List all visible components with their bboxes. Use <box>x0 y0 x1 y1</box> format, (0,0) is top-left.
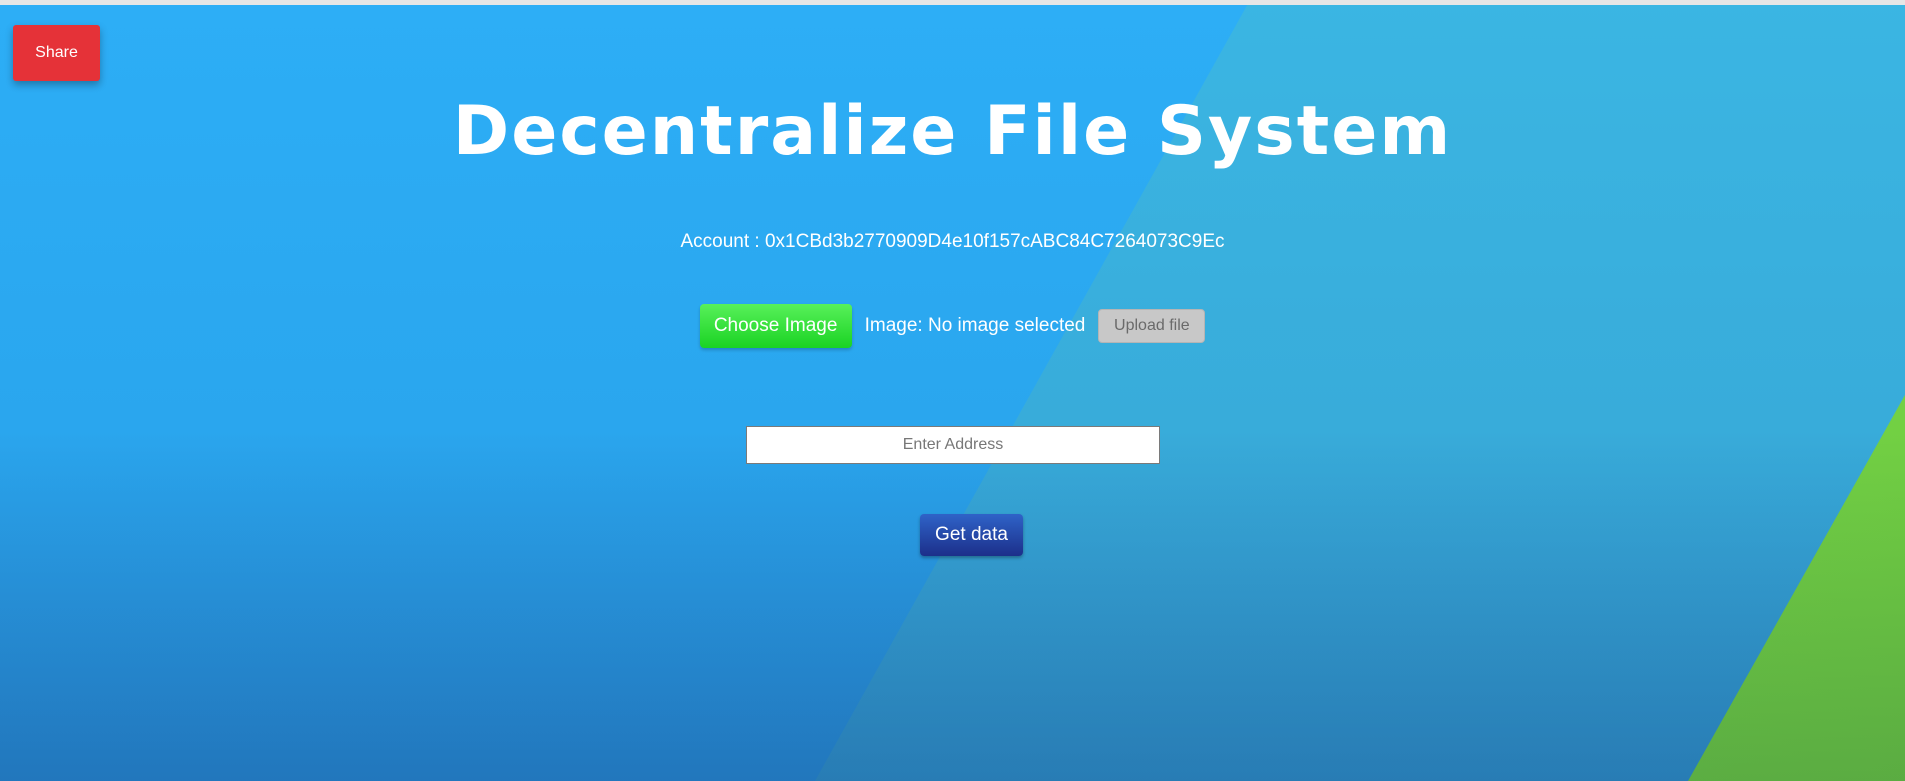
image-status-label: Image: No image selected <box>864 315 1086 336</box>
app-page: Share Decentralize File System Account :… <box>0 0 1905 781</box>
upload-file-button[interactable]: Upload file <box>1098 309 1206 343</box>
account-address: Account : 0x1CBd3b2770909D4e10f157cABC84… <box>680 231 1225 252</box>
upload-form: Choose Image Image: No image selected Up… <box>0 304 1905 348</box>
get-data-button[interactable]: Get data <box>920 514 1023 556</box>
address-input[interactable] <box>746 426 1160 464</box>
share-button[interactable]: Share <box>13 25 100 81</box>
choose-image-button[interactable]: Choose Image <box>699 304 852 348</box>
page-title: Decentralize File System <box>452 92 1453 171</box>
top-border <box>0 0 1905 5</box>
